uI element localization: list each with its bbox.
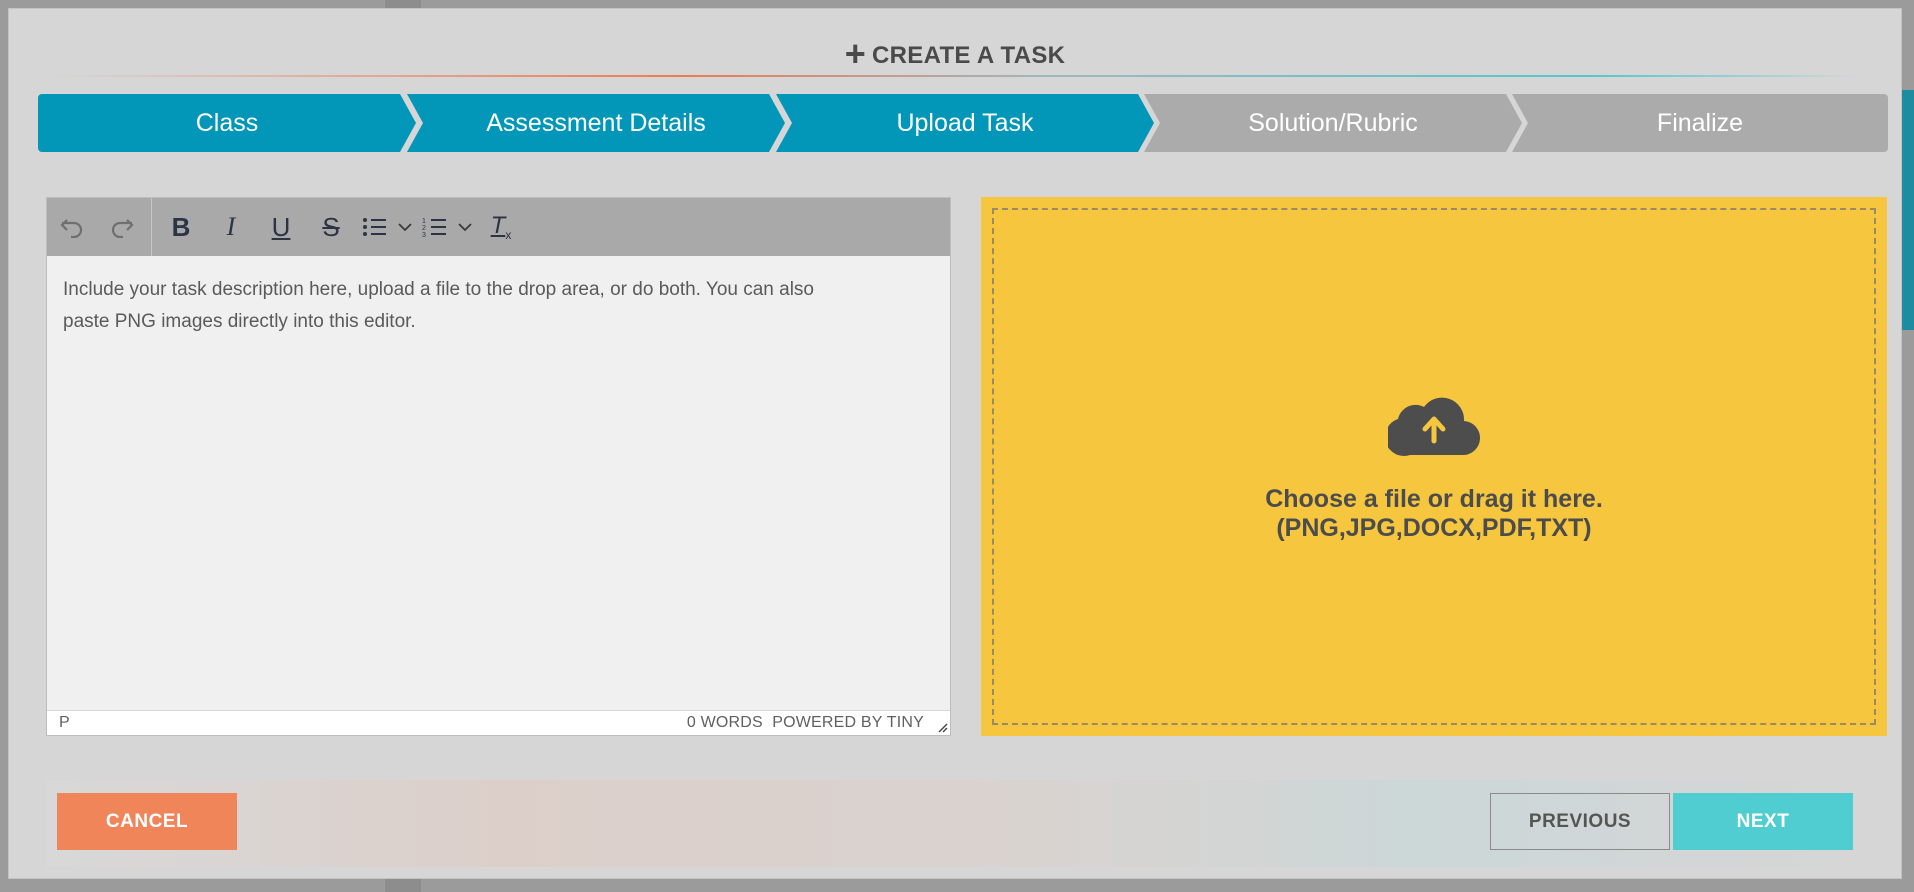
editor-statusbar: P 0 WORDS POWERED BY TINY [47, 710, 950, 735]
title-divider [49, 75, 1861, 77]
strike-glyph: S [322, 211, 340, 242]
italic-glyph: I [226, 212, 236, 241]
powered-by-link[interactable]: POWERED BY TINY [772, 714, 924, 731]
step-label: Class [195, 108, 259, 137]
bullet-list-icon[interactable] [356, 198, 394, 256]
underline-glyph: U [271, 211, 291, 242]
bold-icon[interactable]: B [156, 198, 206, 256]
file-drop-zone[interactable]: Choose a file or drag it here. (PNG,JPG,… [981, 197, 1887, 736]
clear-format-glyph: Tx [490, 212, 512, 242]
drop-area[interactable]: Choose a file or drag it here. (PNG,JPG,… [992, 208, 1876, 725]
svg-text:2: 2 [422, 225, 426, 232]
editor-toolbar: B I U S 123 Tx [47, 198, 950, 256]
numbered-list-icon[interactable]: 123 [416, 198, 454, 256]
drop-instructions: Choose a file or drag it here. (PNG,JPG,… [1265, 485, 1603, 543]
redo-icon[interactable] [97, 198, 147, 256]
element-path[interactable]: P [59, 714, 70, 732]
editor-placeholder: Include your task description here, uplo… [63, 279, 815, 300]
step-label: Upload Task [896, 108, 1034, 137]
toolbar-separator [151, 198, 152, 256]
step-finalize[interactable]: Finalize [1512, 94, 1888, 152]
cloud-upload-icon [1388, 397, 1480, 456]
wizard-stepper: Class Assessment Details Upload Task Sol… [38, 94, 1888, 152]
plus-icon: + [844, 33, 867, 74]
statusbar-right: 0 WORDS POWERED BY TINY [687, 714, 924, 732]
editor-content[interactable]: Include your task description here, uplo… [47, 256, 950, 676]
step-label: Assessment Details [486, 108, 706, 137]
italic-icon[interactable]: I [206, 198, 256, 256]
step-assessment-details[interactable]: Assessment Details [407, 94, 785, 152]
modal-title: + CREATE A TASK [9, 33, 1901, 75]
drop-file-types: (PNG,JPG,DOCX,PDF,TXT) [1276, 513, 1592, 542]
clear-format-icon[interactable]: Tx [476, 198, 526, 256]
previous-button[interactable]: PREVIOUS [1490, 793, 1670, 850]
step-class[interactable]: Class [38, 94, 416, 152]
step-upload-task[interactable]: Upload Task [776, 94, 1154, 152]
cancel-button[interactable]: CANCEL [57, 793, 237, 850]
undo-icon[interactable] [47, 198, 97, 256]
svg-text:3: 3 [422, 232, 426, 238]
drop-line-1: Choose a file or drag it here. [1265, 484, 1603, 513]
word-count[interactable]: 0 WORDS [687, 714, 763, 731]
underline-icon[interactable]: U [256, 198, 306, 256]
rich-text-editor: B I U S 123 Tx Include your task descrip… [46, 197, 951, 736]
resize-handle-icon[interactable] [936, 721, 948, 733]
modal-title-text: CREATE A TASK [872, 42, 1066, 69]
step-label: Solution/Rubric [1248, 108, 1418, 137]
step-label: Finalize [1656, 108, 1744, 137]
strikethrough-icon[interactable]: S [306, 198, 356, 256]
editor-placeholder: paste PNG images directly into this edit… [63, 311, 416, 332]
chevron-down-icon[interactable] [394, 198, 416, 256]
bold-glyph: B [171, 211, 191, 242]
svg-text:1: 1 [422, 218, 426, 225]
step-solution-rubric[interactable]: Solution/Rubric [1144, 94, 1522, 152]
next-button[interactable]: NEXT [1673, 793, 1853, 850]
chevron-down-icon[interactable] [454, 198, 476, 256]
